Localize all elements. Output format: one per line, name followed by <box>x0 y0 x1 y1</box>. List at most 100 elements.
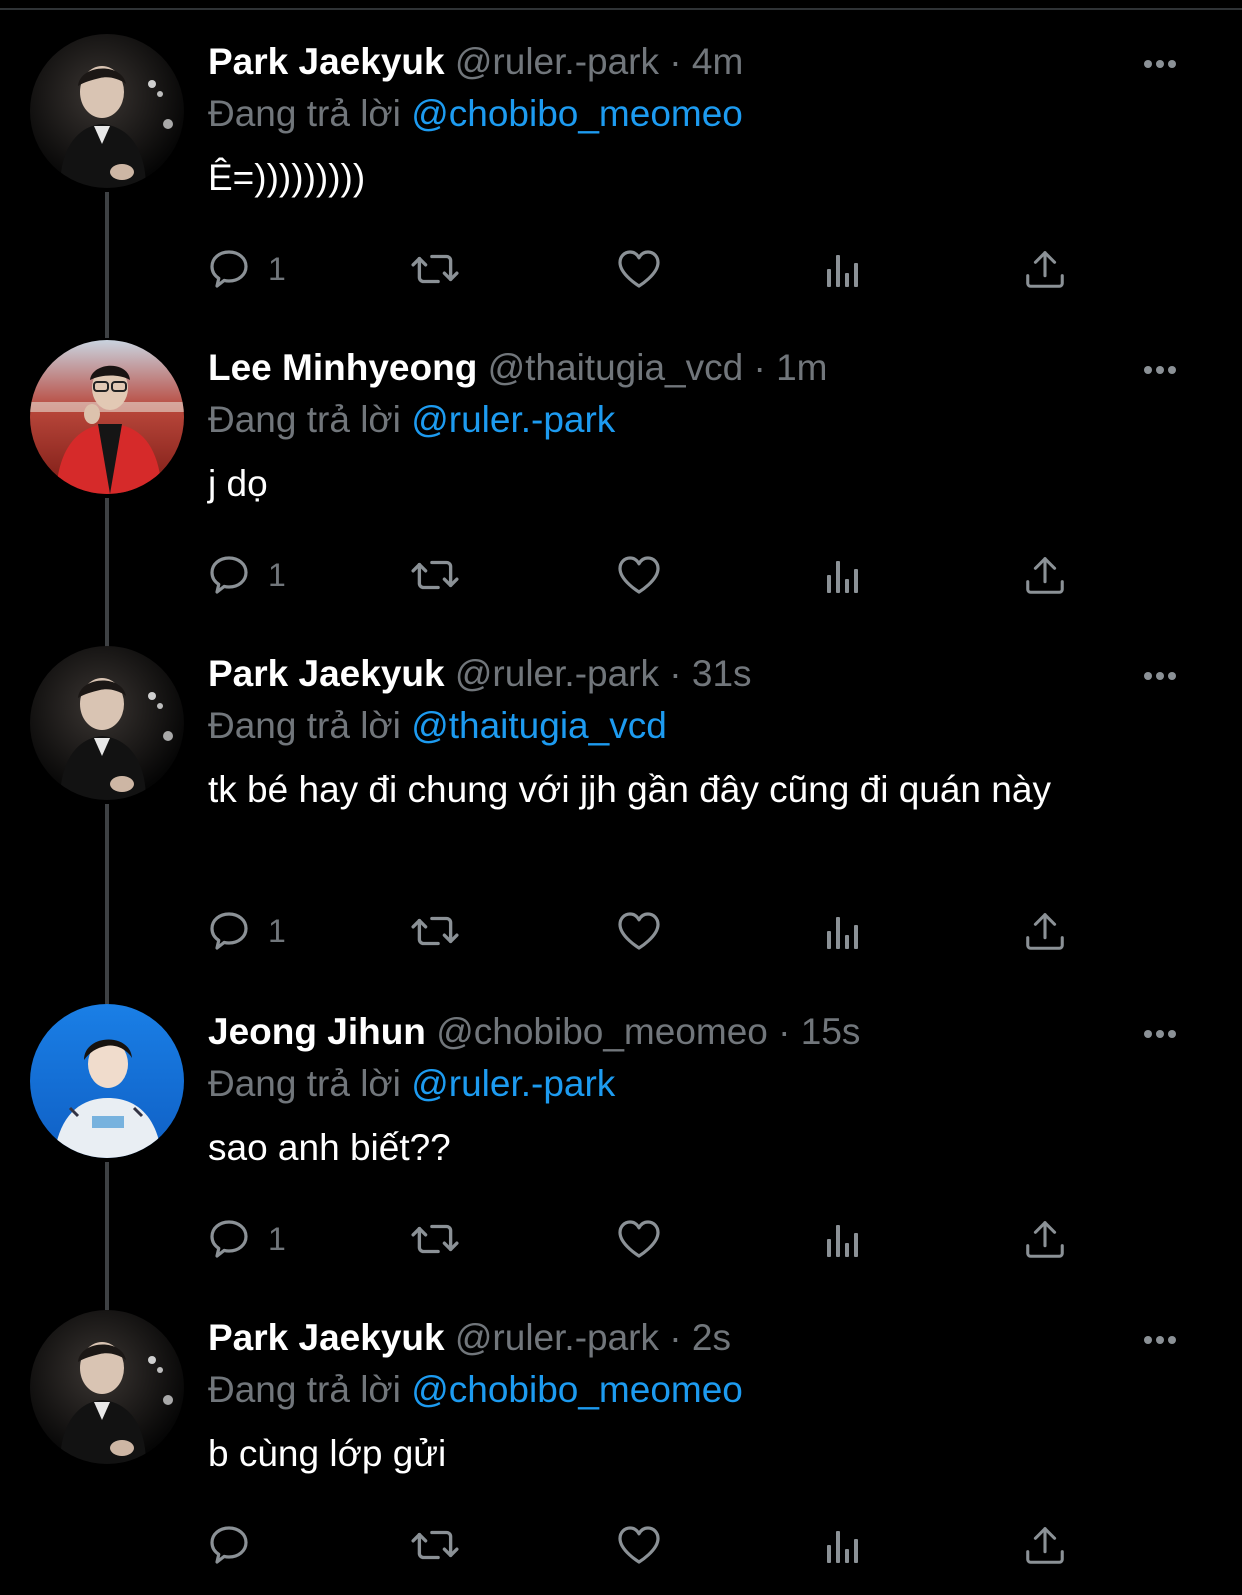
more-horizontal-icon <box>1144 1336 1176 1344</box>
more-options-button[interactable] <box>1138 348 1182 392</box>
mention-link[interactable]: @chobibo_meomeo <box>411 93 743 134</box>
share-button[interactable] <box>1020 1214 1070 1264</box>
retweet-button[interactable] <box>410 244 460 294</box>
avatar[interactable] <box>30 1004 184 1158</box>
timestamp[interactable]: · 2s <box>669 1317 731 1358</box>
display-name[interactable]: Park Jaekyuk <box>208 41 445 82</box>
more-options-button[interactable] <box>1138 1012 1182 1056</box>
tweet-header: Park Jaekyuk @ruler.-park · 31s <box>208 650 1168 698</box>
display-name[interactable]: Park Jaekyuk <box>208 1317 445 1358</box>
more-horizontal-icon <box>1144 672 1176 680</box>
speech-bubble-icon <box>208 550 258 600</box>
display-name[interactable]: Lee Minhyeong <box>208 347 477 388</box>
share-button[interactable] <box>1020 244 1070 294</box>
reply-count: 1 <box>268 912 286 949</box>
like-button[interactable] <box>614 1520 664 1570</box>
tweet-header: Park Jaekyuk @ruler.-park · 2s <box>208 1314 1168 1362</box>
views-button[interactable] <box>818 906 868 956</box>
tweet-content: Park Jaekyuk @ruler.-park · 2s Đang trả … <box>208 1314 1168 1480</box>
tweet-actions: 1 <box>208 244 1108 294</box>
replying-to: Đang trả lời @ruler.-park <box>208 1060 1168 1108</box>
user-handle[interactable]: @ruler.-park <box>455 653 659 694</box>
speech-bubble-icon <box>208 244 258 294</box>
more-options-button[interactable] <box>1138 1318 1182 1362</box>
replying-to-label: Đang trả lời <box>208 1063 401 1104</box>
tweet-content: Park Jaekyuk @ruler.-park · 4m Đang trả … <box>208 38 1168 204</box>
tweet[interactable]: Lee Minhyeong @thaitugia_vcd · 1m Đang t… <box>0 306 1242 618</box>
replying-to: Đang trả lời @chobibo_meomeo <box>208 90 1168 138</box>
mention-link[interactable]: @ruler.-park <box>411 1063 615 1104</box>
reply-button[interactable]: 1 <box>208 244 286 294</box>
retweet-button[interactable] <box>410 1214 460 1264</box>
tweet-content: Jeong Jihun @chobibo_meomeo · 15s Đang t… <box>208 1008 1168 1174</box>
more-options-button[interactable] <box>1138 42 1182 86</box>
replying-to-label: Đang trả lời <box>208 93 401 134</box>
retweet-button[interactable] <box>410 906 460 956</box>
avatar[interactable] <box>30 1310 184 1464</box>
bar-chart-icon <box>818 1214 868 1264</box>
retweet-icon <box>410 906 460 956</box>
timestamp[interactable]: · 1m <box>753 347 827 388</box>
speech-bubble-icon <box>208 906 258 956</box>
avatar[interactable] <box>30 340 184 494</box>
bar-chart-icon <box>818 244 868 294</box>
tweet[interactable]: Jeong Jihun @chobibo_meomeo · 15s Đang t… <box>0 970 1242 1282</box>
retweet-icon <box>410 550 460 600</box>
user-handle[interactable]: @ruler.-park <box>455 1317 659 1358</box>
like-button[interactable] <box>614 1214 664 1264</box>
timestamp[interactable]: · 31s <box>669 653 751 694</box>
user-handle[interactable]: @chobibo_meomeo <box>436 1011 768 1052</box>
share-upload-icon <box>1020 1520 1070 1570</box>
views-button[interactable] <box>818 1214 868 1264</box>
timestamp[interactable]: · 15s <box>778 1011 860 1052</box>
reply-button[interactable]: 1 <box>208 550 286 600</box>
heart-icon <box>614 906 664 956</box>
replying-to-label: Đang trả lời <box>208 399 401 440</box>
mention-link[interactable]: @thaitugia_vcd <box>411 705 667 746</box>
retweet-icon <box>410 244 460 294</box>
timestamp[interactable]: · 4m <box>669 41 743 82</box>
share-button[interactable] <box>1020 906 1070 956</box>
like-button[interactable] <box>614 550 664 600</box>
tweet-text: sao anh biết?? <box>208 1127 451 1168</box>
retweet-icon <box>410 1214 460 1264</box>
display-name[interactable]: Jeong Jihun <box>208 1011 426 1052</box>
more-options-button[interactable] <box>1138 654 1182 698</box>
mention-link[interactable]: @chobibo_meomeo <box>411 1369 743 1410</box>
share-upload-icon <box>1020 550 1070 600</box>
tweet-header: Lee Minhyeong @thaitugia_vcd · 1m <box>208 344 1168 392</box>
retweet-button[interactable] <box>410 550 460 600</box>
tweet-header: Park Jaekyuk @ruler.-park · 4m <box>208 38 1168 86</box>
reply-button[interactable] <box>208 1520 268 1570</box>
reply-count: 1 <box>268 1220 286 1257</box>
views-button[interactable] <box>818 550 868 600</box>
replying-to: Đang trả lời @chobibo_meomeo <box>208 1366 1168 1414</box>
reply-button[interactable]: 1 <box>208 906 286 956</box>
tweet-text: tk bé hay đi chung với jjh gần đây cũng … <box>208 769 1051 810</box>
replying-to: Đang trả lời @thaitugia_vcd <box>208 702 1168 750</box>
retweet-button[interactable] <box>410 1520 460 1570</box>
bar-chart-icon <box>818 1520 868 1570</box>
share-button[interactable] <box>1020 550 1070 600</box>
tweet[interactable]: Park Jaekyuk @ruler.-park · 4m Đang trả … <box>0 0 1242 312</box>
views-button[interactable] <box>818 1520 868 1570</box>
tweet-content: Park Jaekyuk @ruler.-park · 31s Đang trả… <box>208 650 1168 816</box>
views-button[interactable] <box>818 244 868 294</box>
user-handle[interactable]: @ruler.-park <box>455 41 659 82</box>
user-handle[interactable]: @thaitugia_vcd <box>488 347 744 388</box>
mention-link[interactable]: @ruler.-park <box>411 399 615 440</box>
heart-icon <box>614 1214 664 1264</box>
share-button[interactable] <box>1020 1520 1070 1570</box>
like-button[interactable] <box>614 244 664 294</box>
display-name[interactable]: Park Jaekyuk <box>208 653 445 694</box>
avatar[interactable] <box>30 646 184 800</box>
tweet-header: Jeong Jihun @chobibo_meomeo · 15s <box>208 1008 1168 1056</box>
reply-button[interactable]: 1 <box>208 1214 286 1264</box>
more-horizontal-icon <box>1144 366 1176 374</box>
tweet-actions: 1 <box>208 1214 1108 1264</box>
avatar[interactable] <box>30 34 184 188</box>
tweet[interactable]: Park Jaekyuk @ruler.-park · 31s Đang trả… <box>0 612 1242 972</box>
like-button[interactable] <box>614 906 664 956</box>
tweet-content: Lee Minhyeong @thaitugia_vcd · 1m Đang t… <box>208 344 1168 510</box>
tweet[interactable]: Park Jaekyuk @ruler.-park · 2s Đang trả … <box>0 1276 1242 1595</box>
